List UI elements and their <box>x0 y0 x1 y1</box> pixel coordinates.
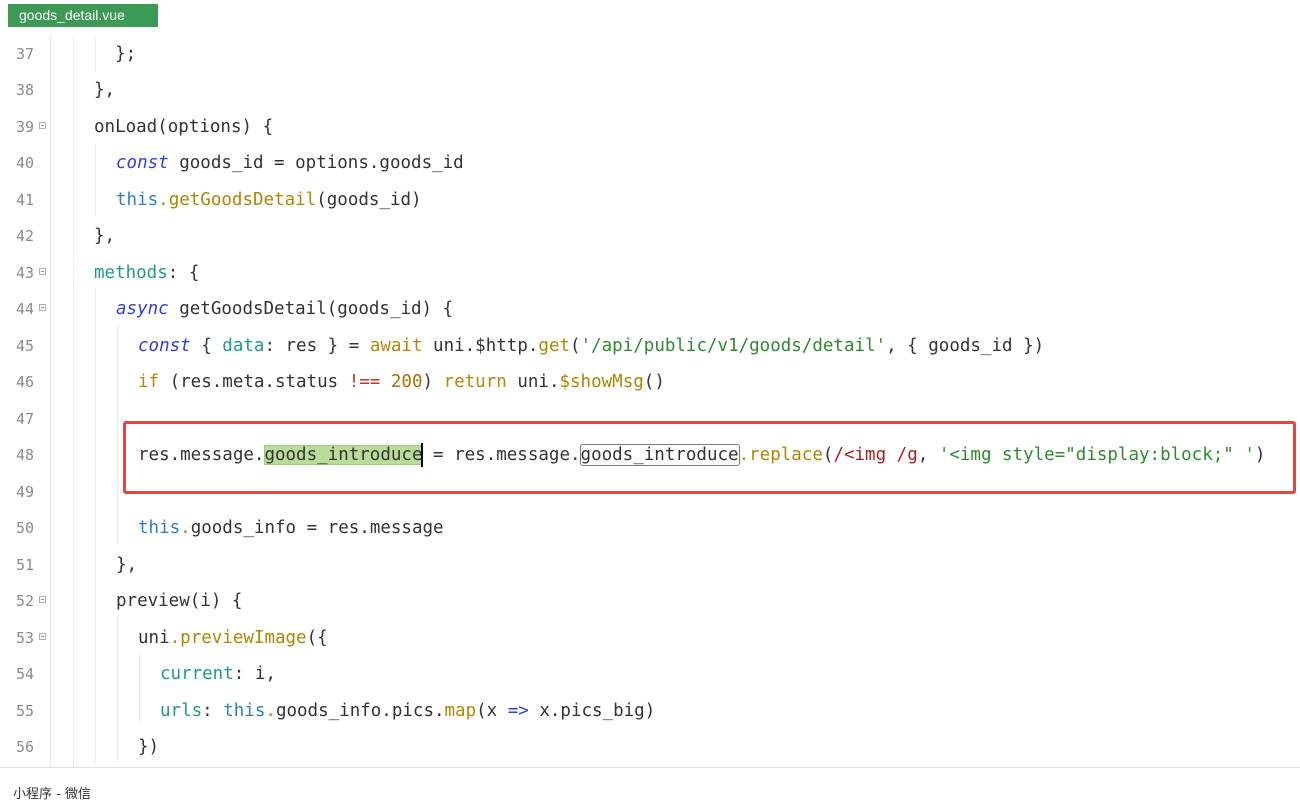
code-line-43[interactable]: methods: { <box>0 255 1300 291</box>
code-line-37[interactable]: }; <box>0 36 1300 72</box>
keyword-const: const <box>116 153 169 173</box>
keyword-async: async <box>116 299 169 319</box>
code-editor[interactable]: 37 38 39 40 41 42 43 44 45 46 47 48 49 50 51 52 53 54 55 56… <box>0 36 1300 766</box>
code-line-52[interactable]: preview(i) { <box>0 583 1300 619</box>
code-text: (goods_id) <box>316 190 422 210</box>
code-text: }) <box>138 737 160 757</box>
keyword-this: this <box>116 190 159 210</box>
code-text: ) <box>422 372 444 392</box>
code-text: { <box>190 336 223 356</box>
code-text: . <box>169 628 181 648</box>
property-urls: urls <box>160 701 203 721</box>
code-text: : <box>202 701 224 721</box>
string-literal: '/api/public/v1/goods/detail' <box>580 336 887 356</box>
code-line-41[interactable]: this.getGoodsDetail(goods_id) <box>0 182 1300 218</box>
code-text: . <box>368 153 380 173</box>
code-text: : { <box>167 263 200 283</box>
code-text: . <box>158 190 169 210</box>
code-text: uni. <box>506 372 560 392</box>
code-line-55[interactable]: urls: this.goods_info.pics.map(x => x.pi… <box>0 693 1300 729</box>
code-text: : i, <box>233 664 276 684</box>
property-methods: methods <box>94 263 168 283</box>
code-text: . <box>265 701 276 721</box>
code-line-39[interactable]: onLoad(options) { <box>0 109 1300 145</box>
code-line-44[interactable]: async getGoodsDetail(goods_id) { <box>0 291 1300 327</box>
keyword-await: await <box>369 336 423 356</box>
keyword-return: return <box>443 372 507 392</box>
property-current: current <box>160 664 234 684</box>
code-text: , { goods_id }) <box>886 336 1045 356</box>
function-name: getGoodsDetail <box>168 190 317 210</box>
code-text: goods_id = options <box>168 153 369 173</box>
code-text: goods_info.pics. <box>275 701 445 721</box>
keyword-const: const <box>138 336 191 356</box>
code-text: goods_id <box>379 153 464 173</box>
code-text: onLoad(options) { <box>94 117 274 137</box>
code-text: goods_info = res.message <box>190 518 444 538</box>
keyword-if: if <box>138 372 160 392</box>
code-text: preview(i) { <box>116 591 243 611</box>
property-data: data <box>222 336 265 356</box>
code-text: uni.$http. <box>422 336 539 356</box>
code-text: }, <box>116 555 138 575</box>
code-text: x.pics_big) <box>528 701 656 721</box>
code-text: (res.meta.status <box>159 372 349 392</box>
function-name: previewImage <box>180 628 307 648</box>
tab-bar: goods_detail.vue <box>0 0 1300 36</box>
code-text: . <box>180 518 191 538</box>
code-line-51[interactable]: }, <box>0 547 1300 583</box>
code-text: getGoodsDetail(goods_id) { <box>168 299 454 319</box>
operator: => <box>507 701 529 721</box>
code-line-45[interactable]: const { data: res } = await uni.$http.ge… <box>0 328 1300 364</box>
tab-goods-detail-vue[interactable]: goods_detail.vue <box>8 4 158 27</box>
number-literal: 200 <box>390 372 423 392</box>
code-line-46[interactable]: if (res.meta.status !== 200) return uni.… <box>0 364 1300 400</box>
code-text: }, <box>94 226 116 246</box>
keyword-this: this <box>138 518 181 538</box>
code-line-40[interactable]: const goods_id = options.goods_id <box>0 145 1300 181</box>
code-text: ( <box>570 336 581 356</box>
operator: !== <box>348 372 381 392</box>
code-line-56[interactable]: }) <box>0 729 1300 765</box>
code-line-38[interactable]: }, <box>0 72 1300 108</box>
code-text: (x <box>476 701 508 721</box>
code-line-54[interactable]: current: i, <box>0 656 1300 692</box>
code-text: : res } = <box>264 336 370 356</box>
code-line-42[interactable]: }, <box>0 218 1300 254</box>
status-bar: 小程序 - 微信 <box>0 767 1300 802</box>
function-name: $showMsg <box>559 372 644 392</box>
code-line-50[interactable]: this.goods_info = res.message <box>0 510 1300 546</box>
function-name: map <box>444 701 477 721</box>
code-line-53[interactable]: uni.previewImage({ <box>0 620 1300 656</box>
annotation-highlight-box <box>123 421 1296 494</box>
code-text: () <box>643 372 665 392</box>
keyword-this: this <box>223 701 266 721</box>
code-text: }; <box>94 44 137 64</box>
function-name: get <box>538 336 571 356</box>
code-text: uni <box>138 628 170 648</box>
status-bar-text: 小程序 - 微信 <box>13 787 91 802</box>
code-text: ({ <box>306 628 328 648</box>
code-text: }, <box>94 80 116 100</box>
